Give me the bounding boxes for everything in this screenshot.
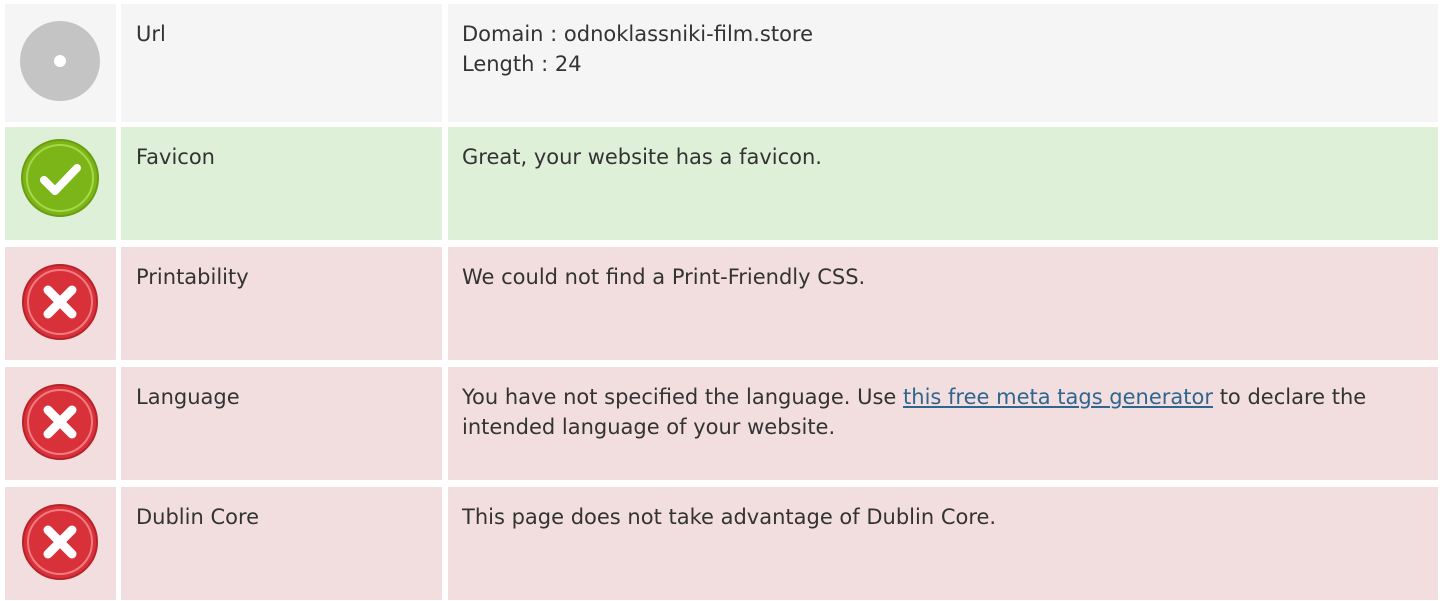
language-icon-cell bbox=[5, 367, 116, 480]
dublin-core-icon-cell bbox=[5, 487, 116, 600]
dublin-core-label: Dublin Core bbox=[136, 505, 260, 529]
favicon-value-cell: Great, your website has a favicon. bbox=[448, 127, 1438, 240]
seo-report-table: Url Domain : odnoklassniki-film.store Le… bbox=[0, 0, 1445, 601]
language-label-cell: Language bbox=[121, 367, 442, 480]
url-length: Length : 24 bbox=[462, 52, 582, 76]
info-circle-icon bbox=[19, 20, 101, 102]
dublin-core-label-cell: Dublin Core bbox=[121, 487, 442, 600]
language-value-cell: You have not specified the language. Use… bbox=[448, 367, 1438, 480]
dublin-core-row: Dublin Core This page does not take adva… bbox=[0, 487, 1445, 600]
url-label: Url bbox=[136, 22, 166, 46]
printability-label-cell: Printability bbox=[121, 247, 442, 360]
language-message: You have not specified the language. Use… bbox=[462, 382, 1424, 442]
favicon-icon-cell bbox=[5, 127, 116, 240]
language-message-start: You have not specified the language. Use bbox=[462, 385, 904, 409]
checkmark-icon bbox=[19, 137, 101, 219]
url-row: Url Domain : odnoklassniki-film.store Le… bbox=[0, 4, 1445, 122]
printability-label: Printability bbox=[136, 265, 249, 289]
printability-row: Printability We could not find a Print-F… bbox=[0, 247, 1445, 360]
meta-tags-generator-link[interactable]: this free meta tags generator bbox=[903, 385, 1213, 409]
language-label: Language bbox=[136, 385, 240, 409]
url-domain: Domain : odnoklassniki-film.store bbox=[462, 22, 814, 46]
dublin-core-value-cell: This page does not take advantage of Dub… bbox=[448, 487, 1438, 600]
url-details: Domain : odnoklassniki-film.store Length… bbox=[462, 19, 1424, 79]
url-label-cell: Url bbox=[121, 4, 442, 122]
favicon-message: Great, your website has a favicon. bbox=[462, 145, 822, 169]
error-cross-icon bbox=[19, 261, 101, 343]
url-icon-cell bbox=[5, 4, 116, 122]
favicon-label-cell: Favicon bbox=[121, 127, 442, 240]
printability-value-cell: We could not find a Print-Friendly CSS. bbox=[448, 247, 1438, 360]
error-cross-icon bbox=[19, 381, 101, 463]
language-row: Language You have not specified the lang… bbox=[0, 367, 1445, 480]
favicon-row: Favicon Great, your website has a favico… bbox=[0, 127, 1445, 240]
printability-message: We could not find a Print-Friendly CSS. bbox=[462, 265, 866, 289]
url-value-cell: Domain : odnoklassniki-film.store Length… bbox=[448, 4, 1438, 122]
printability-icon-cell bbox=[5, 247, 116, 360]
error-cross-icon bbox=[19, 501, 101, 583]
favicon-label: Favicon bbox=[136, 145, 215, 169]
dublin-core-message: This page does not take advantage of Dub… bbox=[462, 505, 997, 529]
